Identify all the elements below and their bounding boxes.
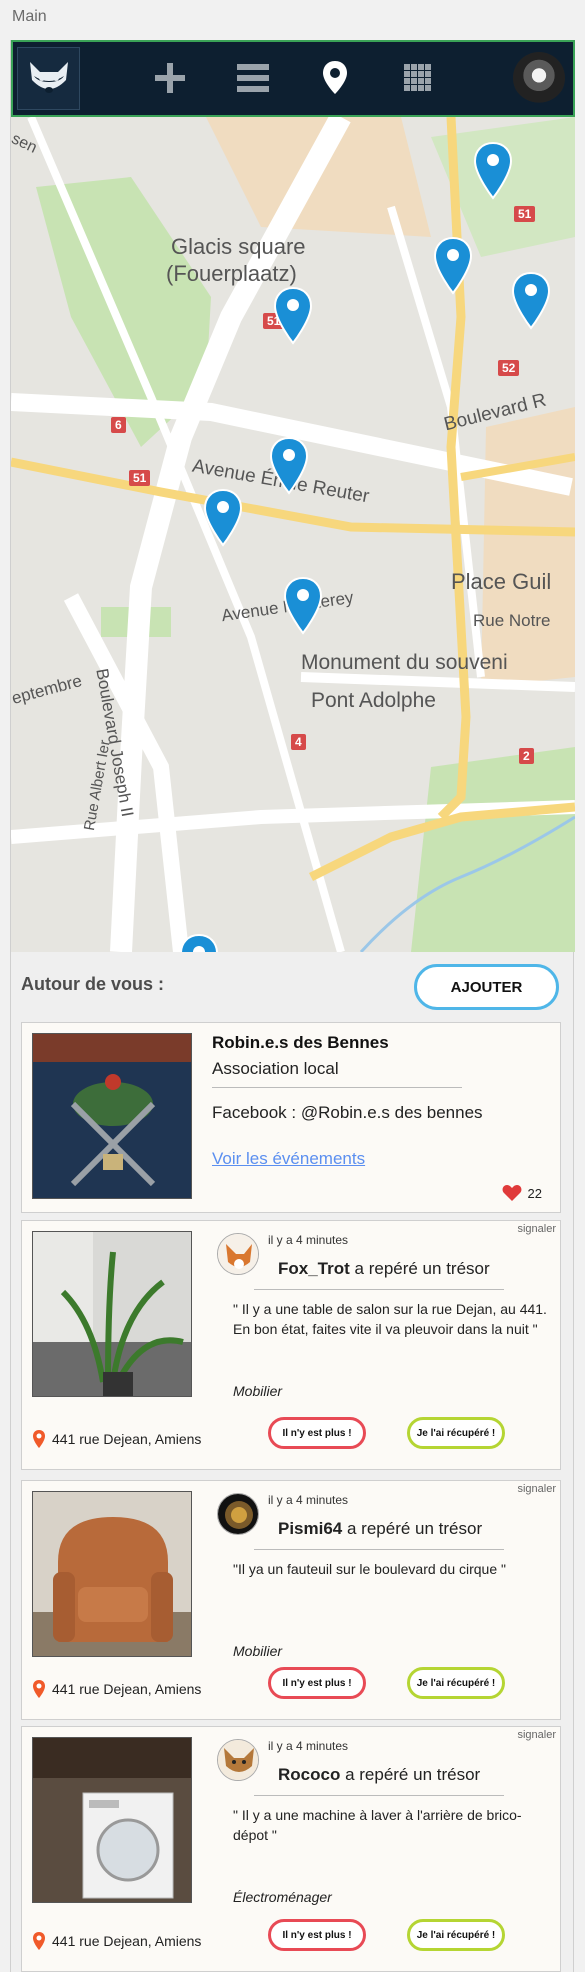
location-pin-icon xyxy=(33,1680,45,1698)
map-pin-icon[interactable] xyxy=(433,237,473,295)
treasure-post-card: signaler il y a 4 minutes Fox_Trot a rep… xyxy=(21,1220,561,1470)
map-pin-icon[interactable] xyxy=(283,577,323,635)
divider xyxy=(254,1289,504,1290)
treasure-post-card: signaler il y a 4 minutes Pismi64 a repé… xyxy=(21,1480,561,1720)
association-facebook: Facebook : @Robin.e.s des bennes xyxy=(212,1103,483,1122)
road-number-badge: 4 xyxy=(291,734,306,750)
post-action: a repéré un trésor xyxy=(342,1519,483,1538)
map-label: Monument du souveni xyxy=(301,651,508,674)
post-photo xyxy=(32,1491,192,1657)
map-pin-icon[interactable] xyxy=(473,142,513,200)
address-text: 441 rue Dejean, Amiens xyxy=(52,1681,202,1697)
road-number-badge: 51 xyxy=(129,470,151,486)
association-type: Association local xyxy=(212,1059,339,1078)
association-photo xyxy=(32,1033,192,1199)
map-pin-icon[interactable] xyxy=(269,437,309,495)
not-there-button[interactable]: Il n'y est plus ! xyxy=(268,1919,366,1951)
post-username[interactable]: Rococo xyxy=(278,1765,340,1784)
location-pin-icon xyxy=(33,1430,45,1448)
post-photo xyxy=(32,1231,192,1397)
posted-time: il y a 4 minutes xyxy=(268,1739,349,1753)
post-description: " Il y a une table de salon sur la rue D… xyxy=(233,1301,547,1337)
map-view[interactable]: sen Glacis square (Fouerplaatz) Avenue É… xyxy=(11,117,575,952)
not-there-button[interactable]: Il n'y est plus ! xyxy=(268,1417,366,1449)
window-title: Main xyxy=(12,8,47,25)
post-photo xyxy=(32,1737,192,1903)
divider xyxy=(254,1549,504,1550)
post-username[interactable]: Fox_Trot xyxy=(278,1259,350,1278)
map-pin-icon[interactable] xyxy=(273,287,313,345)
post-action: a repéré un trésor xyxy=(340,1765,481,1784)
address-text: 441 rue Dejean, Amiens xyxy=(52,1933,202,1949)
post-description: "Il ya un fauteuil sur le boulevard du c… xyxy=(233,1561,506,1577)
road-number-badge: 2 xyxy=(519,748,534,764)
user-avatar[interactable] xyxy=(217,1739,259,1781)
road-number-badge: 52 xyxy=(498,360,520,376)
likes-count: 22 xyxy=(527,1185,542,1201)
report-link[interactable]: signaler xyxy=(517,1223,556,1235)
picked-up-button[interactable]: Je l'ai récupéré ! xyxy=(407,1667,505,1699)
map-label: Glacis square xyxy=(171,234,306,259)
map-label: Place Guil xyxy=(451,569,552,594)
map-pin-icon[interactable] xyxy=(313,56,357,100)
posted-time: il y a 4 minutes xyxy=(268,1233,349,1247)
post-category: Mobilier xyxy=(233,1643,283,1659)
post-username[interactable]: Pismi64 xyxy=(278,1519,342,1538)
add-button[interactable]: AJOUTER xyxy=(414,964,559,1010)
post-address: 441 rue Dejean, Amiens xyxy=(32,1931,201,1951)
app-frame: sen Glacis square (Fouerplaatz) Avenue É… xyxy=(10,40,575,1972)
treasure-post-card: signaler il y a 4 minutes Rococo a repér… xyxy=(21,1726,561,1972)
list-icon[interactable] xyxy=(231,56,275,100)
road-number-badge: 51 xyxy=(514,206,536,222)
post-headline: Fox_Trot a repéré un trésor xyxy=(278,1259,490,1279)
location-pin-icon xyxy=(33,1932,45,1950)
divider xyxy=(254,1795,504,1796)
user-avatar[interactable] xyxy=(513,52,565,104)
report-link[interactable]: signaler xyxy=(517,1729,556,1741)
not-there-button[interactable]: Il n'y est plus ! xyxy=(268,1667,366,1699)
top-navbar xyxy=(11,40,575,117)
posted-time: il y a 4 minutes xyxy=(268,1493,349,1507)
divider xyxy=(212,1087,462,1088)
association-name: Robin.e.s des Bennes xyxy=(212,1033,389,1052)
map-label: (Fouerplaatz) xyxy=(166,261,297,286)
address-text: 441 rue Dejean, Amiens xyxy=(52,1431,202,1447)
raccoon-logo-icon[interactable] xyxy=(17,47,80,110)
association-card: Robin.e.s des Bennes Association local F… xyxy=(21,1022,561,1213)
post-headline: Pismi64 a repéré un trésor xyxy=(278,1519,482,1539)
map-label: Rue Notre xyxy=(473,611,551,630)
nearby-section-header: Autour de vous : AJOUTER xyxy=(11,952,575,1022)
post-category: Électroménager xyxy=(233,1889,332,1905)
post-action: a repéré un trésor xyxy=(349,1259,490,1278)
heart-icon xyxy=(502,1185,521,1201)
post-description: " Il y a une machine à laver à l'arrière… xyxy=(233,1807,522,1843)
grid-icon[interactable] xyxy=(396,56,440,100)
user-avatar[interactable] xyxy=(217,1493,259,1535)
map-pin-icon[interactable] xyxy=(203,489,243,547)
add-icon[interactable] xyxy=(148,56,192,100)
map-pin-icon[interactable] xyxy=(179,934,219,952)
picked-up-button[interactable]: Je l'ai récupéré ! xyxy=(407,1919,505,1951)
map-label: Pont Adolphe xyxy=(311,689,436,712)
view-events-link[interactable]: Voir les événements xyxy=(212,1149,365,1169)
post-category: Mobilier xyxy=(233,1383,283,1399)
section-title: Autour de vous : xyxy=(21,974,164,994)
likes-counter[interactable]: 22 xyxy=(502,1184,542,1202)
map-pin-icon[interactable] xyxy=(511,272,551,330)
post-headline: Rococo a repéré un trésor xyxy=(278,1765,480,1785)
post-address: 441 rue Dejean, Amiens xyxy=(32,1429,201,1449)
report-link[interactable]: signaler xyxy=(517,1483,556,1495)
post-address: 441 rue Dejean, Amiens xyxy=(32,1679,201,1699)
user-avatar[interactable] xyxy=(217,1233,259,1275)
road-number-badge: 6 xyxy=(111,417,126,433)
picked-up-button[interactable]: Je l'ai récupéré ! xyxy=(407,1417,505,1449)
